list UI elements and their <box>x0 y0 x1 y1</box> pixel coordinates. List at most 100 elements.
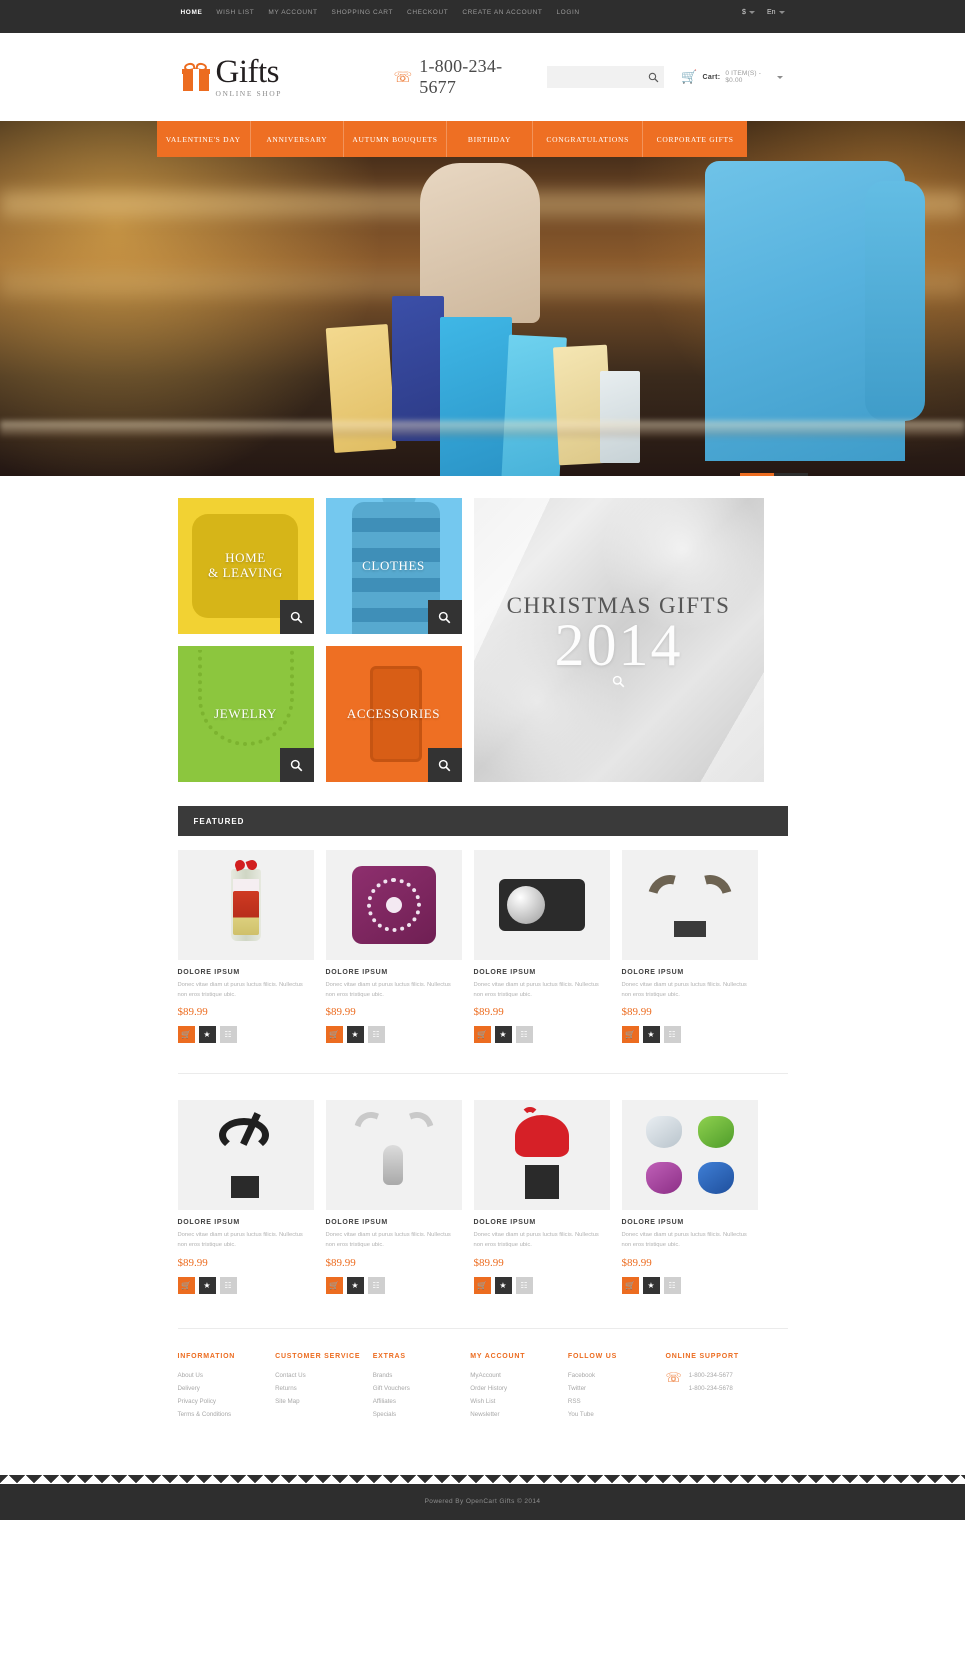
footer-link-affiliates[interactable]: Affiliates <box>373 1395 471 1408</box>
cart-icon: 🛒 <box>329 1280 339 1290</box>
tile-zoom-button[interactable] <box>427 600 462 634</box>
add-to-cart-button[interactable]: 🛒 <box>177 1026 195 1044</box>
cart-widget[interactable]: 🛒 Cart: 0 ITEM(S) - $0.00 <box>681 69 783 85</box>
product-title[interactable]: DOLORE IPSUM <box>178 969 314 976</box>
footer-link-newsletter[interactable]: Newsletter <box>470 1408 568 1421</box>
category-tile-jewelry[interactable]: JEWELRY <box>177 646 314 782</box>
top-link-home[interactable]: HOME <box>181 9 203 16</box>
product-image[interactable] <box>177 850 314 960</box>
top-link-login[interactable]: LOGIN <box>556 9 579 16</box>
product-image[interactable] <box>325 1100 462 1211</box>
add-to-wishlist-button[interactable]: ★ <box>346 1026 364 1044</box>
top-link-create-an-account[interactable]: CREATE AN ACCOUNT <box>462 9 542 16</box>
product-title[interactable]: DOLORE IPSUM <box>178 1219 314 1226</box>
footer-link-twitter[interactable]: Twitter <box>568 1382 666 1395</box>
product-image[interactable] <box>325 850 462 960</box>
product-title[interactable]: DOLORE IPSUM <box>326 969 462 976</box>
add-to-cart-button[interactable]: 🛒 <box>473 1026 491 1044</box>
compare-button[interactable]: ☷ <box>515 1276 533 1294</box>
category-tile-accessories[interactable]: ACCESSORIES <box>325 646 462 782</box>
footer-link-about-us[interactable]: About Us <box>178 1369 276 1382</box>
add-to-cart-button[interactable]: 🛒 <box>325 1026 343 1044</box>
christmas-gifts-banner[interactable]: CHRISTMAS GIFTS 2014 <box>473 498 764 782</box>
product-card: DOLORE IPSUM Donec vitae diam ut purus l… <box>177 1100 314 1294</box>
search-button[interactable] <box>643 66 664 88</box>
compare-button[interactable]: ☷ <box>663 1276 681 1294</box>
product-title[interactable]: DOLORE IPSUM <box>622 1219 758 1226</box>
language-selector[interactable]: En <box>767 9 785 16</box>
compare-button[interactable]: ☷ <box>367 1276 385 1294</box>
nav-item-autumn-bouquets[interactable]: AUTUMN BOUQUETS <box>344 121 447 157</box>
add-to-cart-button[interactable]: 🛒 <box>473 1276 491 1294</box>
footer-link-delivery[interactable]: Delivery <box>178 1382 276 1395</box>
tile-zoom-button[interactable] <box>279 748 314 782</box>
add-to-cart-button[interactable]: 🛒 <box>177 1276 195 1294</box>
product-image[interactable] <box>473 850 610 960</box>
featured-products: DOLORE IPSUM Donec vitae diam ut purus l… <box>177 850 788 1294</box>
add-to-wishlist-button[interactable]: ★ <box>494 1276 512 1294</box>
product-title[interactable]: DOLORE IPSUM <box>326 1219 462 1226</box>
compare-button[interactable]: ☷ <box>219 1026 237 1044</box>
category-tile-clothes[interactable]: CLOTHES <box>325 498 462 634</box>
footer-link-my-account[interactable]: MyAccount <box>470 1369 568 1382</box>
footer-link-wish-list[interactable]: Wish List <box>470 1395 568 1408</box>
footer-link-order-history[interactable]: Order History <box>470 1382 568 1395</box>
footer-link-rss[interactable]: RSS <box>568 1395 666 1408</box>
nav-item-valentines-day[interactable]: VALENTINE'S DAY <box>157 121 251 157</box>
logo[interactable]: Gifts ONLINE SHOP <box>181 56 376 98</box>
nav-item-corporate-gifts[interactable]: CORPORATE GIFTS <box>643 121 747 157</box>
add-to-cart-button[interactable]: 🛒 <box>621 1026 639 1044</box>
category-tile-home-leaving[interactable]: HOME & LEAVING <box>177 498 314 634</box>
add-to-cart-button[interactable]: 🛒 <box>325 1276 343 1294</box>
footer-link-terms-conditions[interactable]: Terms & Conditions <box>178 1408 276 1421</box>
footer-link-returns[interactable]: Returns <box>275 1382 373 1395</box>
nav-item-birthday[interactable]: BIRTHDAY <box>447 121 534 157</box>
add-to-cart-button[interactable]: 🛒 <box>621 1276 639 1294</box>
footer-link-site-map[interactable]: Site Map <box>275 1395 373 1408</box>
add-to-wishlist-button[interactable]: ★ <box>494 1026 512 1044</box>
top-link-my-account[interactable]: MY ACCOUNT <box>268 9 317 16</box>
top-link-checkout[interactable]: CHECKOUT <box>407 9 448 16</box>
product-price: $89.99 <box>325 1256 356 1269</box>
product-row: DOLORE IPSUM Donec vitae diam ut purus l… <box>177 850 788 1044</box>
product-image[interactable] <box>177 1100 314 1211</box>
compare-button[interactable]: ☷ <box>219 1276 237 1294</box>
nav-item-congratulations[interactable]: CONGRATULATIONS <box>533 121 644 157</box>
product-title[interactable]: DOLORE IPSUM <box>474 969 610 976</box>
footer-link-specials[interactable]: Specials <box>373 1408 471 1421</box>
product-image[interactable] <box>621 1100 758 1211</box>
tile-zoom-button[interactable] <box>279 600 314 634</box>
slider-prev-button[interactable]: ❮ <box>740 473 774 476</box>
page-root: HOME WISH LIST MY ACCOUNT SHOPPING CART … <box>0 0 965 1520</box>
add-to-wishlist-button[interactable]: ★ <box>198 1026 216 1044</box>
slider-next-button[interactable]: ❯ <box>774 473 808 476</box>
footer-link-youtube[interactable]: You Tube <box>568 1408 666 1421</box>
footer-link-contact-us[interactable]: Contact Us <box>275 1369 373 1382</box>
currency-selector[interactable]: $ <box>742 9 755 16</box>
add-to-wishlist-button[interactable]: ★ <box>642 1276 660 1294</box>
add-to-wishlist-button[interactable]: ★ <box>642 1026 660 1044</box>
product-title[interactable]: DOLORE IPSUM <box>474 1219 610 1226</box>
search-input[interactable] <box>547 66 644 88</box>
footer-link-brands[interactable]: Brands <box>373 1369 471 1382</box>
footer-link-facebook[interactable]: Facebook <box>568 1369 666 1382</box>
product-title[interactable]: DOLORE IPSUM <box>622 969 758 976</box>
top-link-shopping-cart[interactable]: SHOPPING CART <box>332 9 394 16</box>
zigzag-divider-top <box>0 24 965 33</box>
footer-link-privacy-policy[interactable]: Privacy Policy <box>178 1395 276 1408</box>
compare-button[interactable]: ☷ <box>515 1026 533 1044</box>
cart-icon: 🛒 <box>181 1030 191 1040</box>
top-bar: HOME WISH LIST MY ACCOUNT SHOPPING CART … <box>0 0 965 24</box>
product-card: DOLORE IPSUM Donec vitae diam ut purus l… <box>621 850 758 1044</box>
tile-zoom-button[interactable] <box>427 748 462 782</box>
top-link-wish-list[interactable]: WISH LIST <box>216 9 254 16</box>
add-to-wishlist-button[interactable]: ★ <box>346 1276 364 1294</box>
product-image[interactable] <box>621 850 758 960</box>
product-image[interactable] <box>473 1100 610 1211</box>
compare-button[interactable]: ☷ <box>663 1026 681 1044</box>
nav-item-anniversary[interactable]: ANNIVERSARY <box>251 121 345 157</box>
compare-button[interactable]: ☷ <box>367 1026 385 1044</box>
add-to-wishlist-button[interactable]: ★ <box>198 1276 216 1294</box>
footer-link-gift-vouchers[interactable]: Gift Vouchers <box>373 1382 471 1395</box>
site-header: Gifts ONLINE SHOP ☏ 1-800-234-5677 🛒 Car… <box>172 33 793 121</box>
